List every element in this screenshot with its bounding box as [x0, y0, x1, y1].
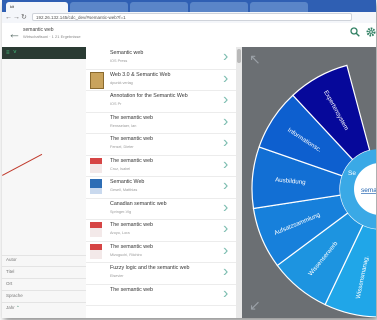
- chevron-right-icon[interactable]: ›: [223, 48, 228, 66]
- result-meta: Aroyo, Lora: [110, 231, 130, 235]
- book-cover-thumbnail: [90, 243, 102, 259]
- book-cover-thumbnail: [90, 71, 104, 89]
- facet-title[interactable]: Titel: [6, 269, 14, 274]
- facet-place[interactable]: Ort: [6, 281, 12, 286]
- no-cover-placeholder: [90, 93, 102, 108]
- browser-back-icon[interactable]: ←: [5, 12, 12, 23]
- no-cover-placeholder: [90, 265, 102, 280]
- result-row[interactable]: The semantic web Aroyo, Lora ›: [86, 219, 236, 242]
- result-row[interactable]: The semantic web ›: [86, 284, 236, 306]
- result-list: Semantic web IOS Press › Web 3.0 & Semantic…: [86, 47, 236, 318]
- chevron-right-icon[interactable]: ›: [223, 70, 228, 88]
- chevron-right-icon[interactable]: ›: [223, 177, 228, 195]
- app-header: ← semantic web Wirtschaftsuni · 1 21 Erg…: [2, 23, 376, 48]
- result-title: The semantic web: [110, 243, 153, 250]
- result-row[interactable]: The semantic web Cruz, Isabel ›: [86, 155, 236, 177]
- browser-tab-bar: kit: [2, 0, 376, 12]
- chevron-right-icon[interactable]: ›: [223, 263, 228, 281]
- wheel-center-label[interactable]: semantic web: [361, 187, 376, 194]
- back-arrow-icon[interactable]: ←: [8, 27, 21, 41]
- result-title: The semantic web: [110, 222, 153, 228]
- filter-toggle-icon[interactable]: ≡ ˅: [6, 47, 18, 59]
- result-row[interactable]: Semantic web IOS Press ›: [86, 47, 236, 70]
- result-row[interactable]: The semantic web Mizoguchi, Riichiro ›: [86, 241, 236, 263]
- browser-tab[interactable]: [70, 2, 128, 12]
- result-title: The semantic web: [110, 114, 153, 121]
- result-row[interactable]: The semantic web Rensselaer, Ian ›: [86, 112, 236, 134]
- result-row[interactable]: Annotation for the Semantic Web IOS Pr ›: [86, 90, 236, 113]
- browser-tab[interactable]: [250, 2, 308, 12]
- divider: [2, 290, 86, 291]
- result-meta: Cruz, Isabel: [110, 166, 131, 171]
- divider: [2, 266, 86, 267]
- filter-header[interactable]: ≡ ˅: [2, 47, 86, 59]
- result-title: Web 3.0 & Semantic Web: [110, 71, 171, 78]
- search-query-title: semantic web: [23, 27, 54, 33]
- result-meta: Mizoguchi, Riichiro: [110, 252, 142, 257]
- result-title: The semantic web: [110, 286, 153, 293]
- result-meta: dpunkt.verlag: [110, 80, 133, 85]
- topic-wheel-panel: ↖ ↙ Semantic WebOntologie<Informatik>Onl…: [242, 47, 376, 318]
- gear-icon[interactable]: [365, 26, 376, 41]
- no-cover-placeholder: [90, 287, 102, 302]
- result-title: The semantic web: [110, 157, 153, 164]
- book-cover-thumbnail: [90, 222, 102, 237]
- chevron-right-icon[interactable]: ›: [223, 285, 228, 303]
- chevron-right-icon[interactable]: ›: [223, 242, 228, 260]
- chevron-right-icon[interactable]: ›: [223, 156, 228, 174]
- reload-icon[interactable]: ↻: [21, 12, 27, 23]
- result-row[interactable]: Fuzzy logic and the semantic web Elsevier…: [86, 262, 236, 285]
- result-row[interactable]: Semantic Web Gesell, Matthias ›: [86, 176, 236, 199]
- result-row[interactable]: Web 3.0 & Semantic Web dpunkt.verlag ›: [86, 69, 236, 91]
- chevron-up-icon: ⌃: [16, 305, 20, 310]
- result-title: Semantic web: [110, 50, 144, 56]
- no-cover-placeholder: [90, 115, 102, 130]
- search-icon[interactable]: [350, 27, 360, 40]
- chevron-right-icon[interactable]: ›: [223, 91, 228, 109]
- facet-author[interactable]: Autor: [6, 257, 17, 262]
- no-cover-placeholder: [90, 50, 102, 65]
- wheel-inner-label: Se: [348, 170, 356, 177]
- result-title: Annotation for the Semantic Web: [110, 93, 188, 99]
- no-cover-placeholder: [90, 136, 102, 151]
- book-cover-thumbnail: [90, 179, 102, 194]
- scrollbar-thumb[interactable]: [237, 49, 241, 63]
- facet-language[interactable]: Sprache: [6, 293, 23, 298]
- result-title: The semantic web: [110, 136, 153, 142]
- result-meta: Springer-Vlg: [110, 209, 132, 214]
- result-title: Fuzzy logic and the semantic web: [110, 265, 190, 271]
- address-bar[interactable]: 192.26.132.145/cdc_dev/#semantic-web?f=1: [32, 13, 352, 21]
- result-meta: Fensel, Dieter: [110, 145, 134, 149]
- divider: [2, 255, 86, 256]
- result-title: Canadian semantic web: [110, 200, 167, 207]
- no-cover-placeholder: [90, 201, 102, 216]
- result-row[interactable]: Canadian semantic web Springer-Vlg ›: [86, 198, 236, 220]
- browser-tab[interactable]: [190, 2, 248, 12]
- filter-panel: ≡ ˅ Autor Titel Ort Sprache Jahr ⌃: [2, 47, 87, 318]
- browser-tab[interactable]: [130, 2, 188, 12]
- browser-forward-icon[interactable]: →: [13, 12, 20, 23]
- divider: [2, 302, 86, 303]
- facet-year[interactable]: Jahr ⌃: [6, 305, 20, 311]
- app-window: kit ← → ↻ 192.26.132.145/cdc_dev/#semant…: [2, 0, 376, 318]
- chevron-right-icon[interactable]: ›: [223, 134, 228, 152]
- chevron-right-icon[interactable]: ›: [223, 113, 228, 131]
- result-meta: Rensselaer, Ian: [110, 123, 137, 128]
- result-meta: Elsevier: [110, 274, 124, 278]
- result-meta: Gesell, Matthias: [110, 188, 138, 192]
- divider: [2, 278, 86, 279]
- topic-wheel[interactable]: Semantic WebOntologie<Informatik>Online-…: [242, 47, 376, 318]
- result-meta: IOS Pr: [110, 102, 122, 106]
- chevron-right-icon[interactable]: ›: [223, 220, 228, 238]
- browser-tab-active[interactable]: kit: [6, 2, 68, 12]
- result-count: Wirtschaftsuni · 1 21 Ergebnisse: [23, 34, 81, 39]
- book-cover-thumbnail: [90, 157, 102, 173]
- result-meta: IOS Press: [110, 59, 128, 63]
- result-row[interactable]: The semantic web Fensel, Dieter ›: [86, 133, 236, 156]
- result-title: Semantic Web: [110, 179, 145, 185]
- chevron-right-icon[interactable]: ›: [223, 199, 228, 217]
